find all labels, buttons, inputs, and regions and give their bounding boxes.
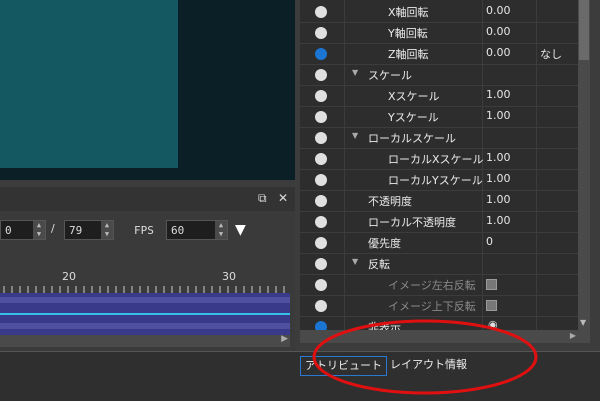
annotation-overlay (312, 319, 538, 395)
annotation-ellipse (312, 319, 538, 395)
